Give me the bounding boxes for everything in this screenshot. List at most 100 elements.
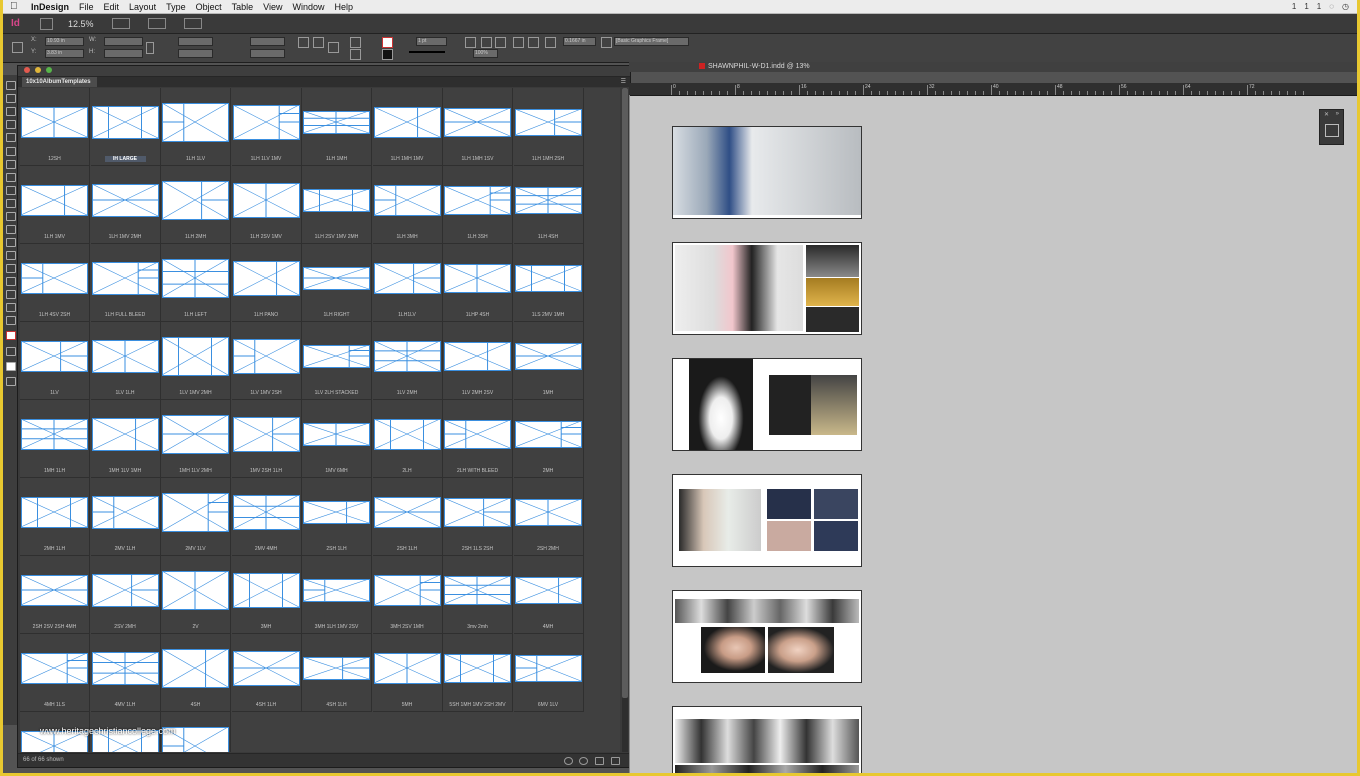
- gradient-feather-tool-icon[interactable]: [6, 264, 16, 273]
- library-item[interactable]: 2SH 1LH: [372, 478, 443, 556]
- page-tool-icon[interactable]: [6, 107, 16, 116]
- effects-fx-icon[interactable]: [495, 37, 506, 48]
- content-collector-icon[interactable]: [6, 133, 16, 142]
- library-item[interactable]: 2MH: [513, 400, 584, 478]
- horizontal-ruler[interactable]: 0 8 16 24 32 40 48 56 64 72: [629, 83, 1357, 96]
- library-item[interactable]: 1MH 1LV 1MH: [90, 400, 161, 478]
- library-item[interactable]: 1LH 1LV: [161, 88, 231, 166]
- library-item[interactable]: 2LH: [372, 400, 443, 478]
- width-field[interactable]: [104, 37, 143, 46]
- library-item[interactable]: 4SH: [161, 634, 231, 712]
- library-item[interactable]: 1MH: [513, 322, 584, 400]
- gradient-tool-icon[interactable]: [6, 251, 16, 260]
- library-item[interactable]: 2SH 2SV 2SH 4MH: [20, 556, 90, 634]
- clock-icon[interactable]: ◷: [1342, 2, 1349, 11]
- menu-help[interactable]: Help: [330, 2, 359, 12]
- library-item-info-icon[interactable]: [564, 757, 573, 765]
- library-item[interactable]: 1MH 1LH: [20, 400, 90, 478]
- library-item[interactable]: 1LV 2MH: [372, 322, 443, 400]
- library-item[interactable]: 1LH 1MH 2SH: [513, 88, 584, 166]
- library-item[interactable]: 1LV 1LH: [90, 322, 161, 400]
- height-field[interactable]: [104, 49, 143, 58]
- menu-layout[interactable]: Layout: [124, 2, 161, 12]
- layers-icon[interactable]: [1325, 124, 1339, 137]
- tab-library[interactable]: 10x10AlbumTemplates: [22, 77, 97, 87]
- library-item[interactable]: 2SV 2MH: [90, 556, 161, 634]
- y-field[interactable]: 3.83 in: [45, 49, 84, 58]
- library-item[interactable]: 1LH 2SV 1MV 2MH: [302, 166, 372, 244]
- library-item[interactable]: 1LHP 4SH: [443, 244, 513, 322]
- view-options-dropdown[interactable]: [111, 18, 130, 29]
- apply-none-icon[interactable]: [6, 362, 16, 371]
- library-item[interactable]: 1LV 2MH 2SV: [443, 322, 513, 400]
- constrain-proportions-icon[interactable]: [146, 42, 154, 54]
- library-item[interactable]: 4MV 1LH: [90, 634, 161, 712]
- library-item[interactable]: 1LV 2LH STACKED: [302, 322, 372, 400]
- library-item[interactable]: 1LH 1MV 2MH: [90, 166, 161, 244]
- library-new-item-icon[interactable]: [595, 757, 604, 765]
- library-item[interactable]: 2LH WITH BLEED: [443, 400, 513, 478]
- library-item[interactable]: 1LH 4SV 2SH: [20, 244, 90, 322]
- stroke-weight-field[interactable]: 1 pt: [416, 37, 447, 46]
- library-item[interactable]: 1LH 2MH: [161, 166, 231, 244]
- status-item-3[interactable]: 1: [1317, 2, 1321, 11]
- library-item[interactable]: 5SH 1MH 1MV 2SH 2MV: [443, 634, 513, 712]
- status-item-2[interactable]: 1: [1304, 2, 1308, 11]
- library-item[interactable]: 4SH 1LH: [302, 634, 372, 712]
- fitting-fill-icon[interactable]: [465, 37, 476, 48]
- expand-panel-icon[interactable]: »: [1336, 111, 1339, 117]
- scissors-tool-icon[interactable]: [6, 225, 16, 234]
- fit-content-icon[interactable]: [513, 37, 524, 48]
- spread-4[interactable]: [672, 474, 862, 567]
- library-item[interactable]: 1LH 1MH: [302, 88, 372, 166]
- library-item[interactable]: 1MV 2SH 1LH: [231, 400, 302, 478]
- library-item[interactable]: 4MH: [513, 556, 584, 634]
- library-item[interactable]: 1LH 1LV 1MV: [231, 88, 302, 166]
- menu-type[interactable]: Type: [161, 2, 191, 12]
- library-item[interactable]: 3mv 2mh: [443, 556, 513, 634]
- line-tool-icon[interactable]: [6, 160, 16, 169]
- panel-menu-icon[interactable]: ☰: [621, 78, 626, 85]
- select-container-icon[interactable]: [328, 42, 339, 53]
- rotate-counterclockwise-icon[interactable]: [313, 37, 324, 48]
- library-item[interactable]: 5MH: [372, 634, 443, 712]
- dimension-field[interactable]: 0.1667 in: [563, 37, 596, 46]
- spread-5[interactable]: [672, 590, 862, 683]
- shear-field[interactable]: [250, 49, 285, 58]
- x-field[interactable]: 10.93 in: [45, 37, 84, 46]
- fit-frame-icon[interactable]: [528, 37, 539, 48]
- rotate-clockwise-icon[interactable]: [298, 37, 309, 48]
- selection-tool-icon[interactable]: [6, 81, 16, 90]
- library-item[interactable]: 4MH 1LS: [20, 634, 90, 712]
- formatting-affects-icon[interactable]: [6, 347, 16, 356]
- library-item[interactable]: 2SH 1LH: [302, 478, 372, 556]
- free-transform-tool-icon[interactable]: [6, 238, 16, 247]
- library-item[interactable]: 2SH 1LS 2SH: [443, 478, 513, 556]
- library-search-icon[interactable]: [579, 757, 588, 765]
- menu-file[interactable]: File: [74, 2, 99, 12]
- spread-3[interactable]: [672, 358, 862, 451]
- menu-window[interactable]: Window: [287, 2, 329, 12]
- minimize-window-icon[interactable]: [35, 67, 41, 73]
- fill-swatch-icon[interactable]: [382, 37, 393, 48]
- rotation-field[interactable]: [250, 37, 285, 46]
- object-style-dropdown[interactable]: [Basic Graphics Frame]: [614, 37, 689, 46]
- close-window-icon[interactable]: [24, 67, 30, 73]
- eyedropper-tool-icon[interactable]: [6, 290, 16, 299]
- library-item[interactable]: IH LARGE: [90, 88, 161, 166]
- reference-point-icon[interactable]: [12, 42, 23, 53]
- library-item[interactable]: 1LH1LV: [372, 244, 443, 322]
- library-item[interactable]: 1LH 4SH: [513, 166, 584, 244]
- library-item[interactable]: 2MV 1LH: [90, 478, 161, 556]
- library-item[interactable]: 1LH 1MH 1MV: [372, 88, 443, 166]
- library-item[interactable]: 2V: [161, 556, 231, 634]
- library-item[interactable]: 1LS 2MV 1MH: [513, 244, 584, 322]
- document-pasteboard[interactable]: [630, 96, 1357, 773]
- library-delete-icon[interactable]: [611, 757, 620, 765]
- zoom-level-dropdown[interactable]: 12.5%: [68, 19, 94, 29]
- menu-table[interactable]: Table: [227, 2, 259, 12]
- library-panel-titlebar[interactable]: [18, 66, 630, 77]
- menu-object[interactable]: Object: [191, 2, 227, 12]
- library-item[interactable]: 1LV 1MV 2MH: [161, 322, 231, 400]
- wifi-icon[interactable]: ◌: [1329, 2, 1334, 11]
